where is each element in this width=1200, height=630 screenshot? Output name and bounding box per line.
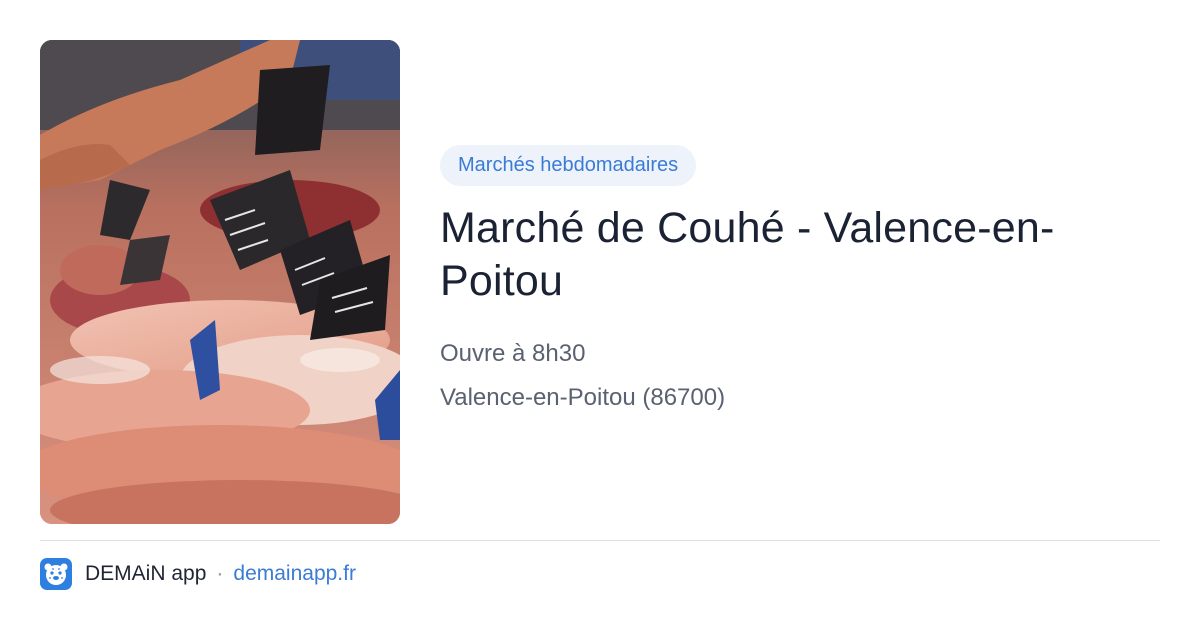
market-photo — [40, 40, 400, 524]
footer: DEMAiN app · demainapp.fr — [40, 558, 356, 590]
market-info: Marchés hebdomadaires Marché de Couhé - … — [440, 145, 1160, 420]
fish-stall-image — [40, 40, 400, 524]
category-badge[interactable]: Marchés hebdomadaires — [440, 145, 697, 186]
site-link[interactable]: demainapp.fr — [233, 562, 356, 586]
market-title[interactable]: Marché de Couhé - Valence-en-Poitou — [440, 202, 1140, 308]
leopard-face-icon — [40, 558, 72, 590]
app-name: DEMAiN app — [85, 562, 207, 585]
opening-hours: Ouvre à 8h30 — [440, 340, 586, 367]
footer-separator: · — [216, 562, 224, 585]
footer-divider — [40, 540, 1160, 541]
market-location: Valence-en-Poitou (86700) — [440, 384, 726, 411]
